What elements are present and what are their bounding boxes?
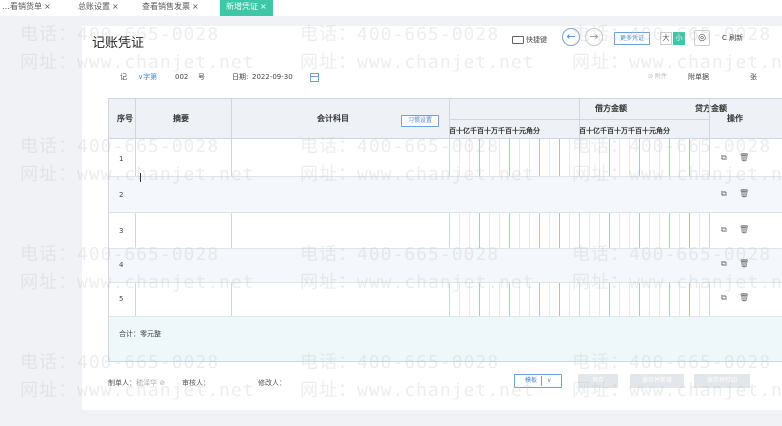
voucher-word-select[interactable]: ∨字第	[138, 70, 157, 84]
attachment-count-label: 附单据	[688, 73, 709, 81]
tab-sales-order[interactable]: …看销货单 ×	[2, 0, 51, 16]
attachment-unit: 张	[750, 73, 757, 81]
habit-settings-button[interactable]: 习惯设置	[401, 115, 439, 127]
template-button[interactable]: 模板 ∨	[514, 374, 562, 388]
total-label: 合计：零元整	[119, 330, 161, 338]
copy-row-icon[interactable]: ⧉	[721, 225, 727, 235]
total-row: 合计：零元整	[109, 317, 782, 361]
row-index: 1	[119, 155, 124, 163]
shortcut-label: 快捷键	[526, 36, 547, 44]
creator-info: 制单人：嵇泽华 ⊘	[108, 378, 165, 388]
close-icon[interactable]: ×	[260, 2, 267, 11]
close-icon[interactable]: ×	[192, 2, 199, 11]
tab-label: 总账设置	[78, 2, 110, 11]
font-size-big-button[interactable]: 大	[660, 32, 672, 45]
row-index: 3	[119, 227, 124, 235]
voucher-type-select[interactable]: 记	[120, 70, 127, 84]
credit-digit-units: 百十亿千百十万千百十元角分	[579, 127, 670, 135]
copy-row-icon[interactable]: ⧉	[721, 259, 727, 269]
text-cursor	[140, 173, 141, 182]
delete-row-icon[interactable]: 🗑	[739, 225, 749, 234]
voucher-number-input[interactable]: 002	[175, 70, 188, 84]
creator-name: 嵇泽华 ⊘	[136, 379, 166, 387]
copy-row-icon[interactable]: ⧉	[721, 153, 727, 163]
table-header: 序号 摘要 会计科目 习惯设置 借方金额 贷方金额 操作 百十亿千百十万千百十元…	[109, 99, 782, 139]
close-icon[interactable]: ×	[112, 2, 119, 11]
tab-sales-invoice[interactable]: 查看销售发票 ×	[142, 0, 199, 16]
eye-icon[interactable]: ◎	[694, 30, 710, 46]
table-row[interactable]: 4 ⧉ 🗑	[109, 249, 782, 283]
keyboard-icon	[512, 36, 524, 44]
shortcut-button[interactable]: 快捷键	[512, 32, 547, 48]
col-credit: 贷方金额	[695, 104, 727, 113]
refresh-button[interactable]: C 刷新	[722, 33, 743, 43]
col-action: 操作	[727, 114, 743, 123]
delete-row-icon[interactable]: 🗑	[739, 293, 749, 302]
debit-digit-units: 百十亿千百十万千百十元角分	[449, 127, 540, 135]
more-voucher-button[interactable]: 更多凭证	[614, 32, 650, 45]
col-debit: 借方金额	[595, 104, 627, 113]
col-index: 序号	[117, 114, 133, 123]
save-button[interactable]: 保存	[578, 374, 618, 388]
tab-new-voucher[interactable]: 新增凭证 ×	[220, 0, 273, 16]
col-summary: 摘要	[173, 114, 189, 123]
table-row[interactable]: 5 ⧉ 🗑	[109, 283, 782, 317]
tab-label: 新增凭证	[226, 2, 258, 11]
tab-label: …看销货单	[2, 2, 42, 11]
save-and-new-button[interactable]: 保存并新增	[630, 374, 684, 388]
close-icon[interactable]: ×	[44, 2, 51, 11]
delete-row-icon[interactable]: 🗑	[739, 153, 749, 162]
table-row[interactable]: 3 ⧉ 🗑	[109, 213, 782, 249]
template-label: 模板	[525, 377, 538, 384]
creator-label: 制单人：	[108, 379, 136, 387]
delete-row-icon[interactable]: 🗑	[739, 189, 749, 198]
calendar-icon[interactable]	[310, 70, 319, 84]
prev-voucher-button[interactable]: ←	[562, 28, 580, 46]
copy-row-icon[interactable]: ⧉	[721, 293, 727, 303]
date-label: 日期:	[232, 73, 249, 81]
tab-ledger-settings[interactable]: 总账设置 ×	[78, 0, 119, 16]
delete-row-icon[interactable]: 🗑	[739, 259, 749, 268]
next-voucher-button[interactable]: →	[585, 28, 603, 46]
attachment-link[interactable]: ⊘ 附件	[648, 70, 667, 84]
date-input[interactable]: 2022-09-30	[252, 70, 293, 84]
auditor-label: 审核人：	[182, 379, 210, 387]
font-size-small-button[interactable]: 小	[673, 32, 685, 45]
voucher-table: 序号 摘要 会计科目 习惯设置 借方金额 贷方金额 操作 百十亿千百十万千百十元…	[108, 98, 782, 362]
voucher-card: 记账凭证 快捷键 ← → 更多凭证 大 小 ◎ C 刷新 记 ∨字第 002 号…	[82, 26, 782, 410]
row-index: 2	[119, 191, 124, 199]
tab-label: 查看销售发票	[142, 2, 190, 11]
modifier-label: 修改人：	[258, 379, 286, 387]
table-row[interactable]: 2 ⧉ 🗑	[109, 177, 782, 213]
table-row[interactable]: 1 ⧉ 🗑	[109, 139, 782, 177]
row-index: 4	[119, 261, 124, 269]
col-account: 会计科目	[317, 114, 349, 123]
chevron-down-icon[interactable]: ∨	[547, 375, 551, 387]
page-title: 记账凭证	[92, 36, 145, 51]
copy-row-icon[interactable]: ⧉	[721, 189, 727, 199]
voucher-number-unit: 号	[198, 73, 205, 81]
save-and-print-button[interactable]: 保存并打印	[694, 374, 750, 388]
row-index: 5	[119, 295, 124, 303]
tab-bar: …看销货单 × 总账设置 × 查看销售发票 × 新增凭证 ×	[0, 0, 782, 16]
